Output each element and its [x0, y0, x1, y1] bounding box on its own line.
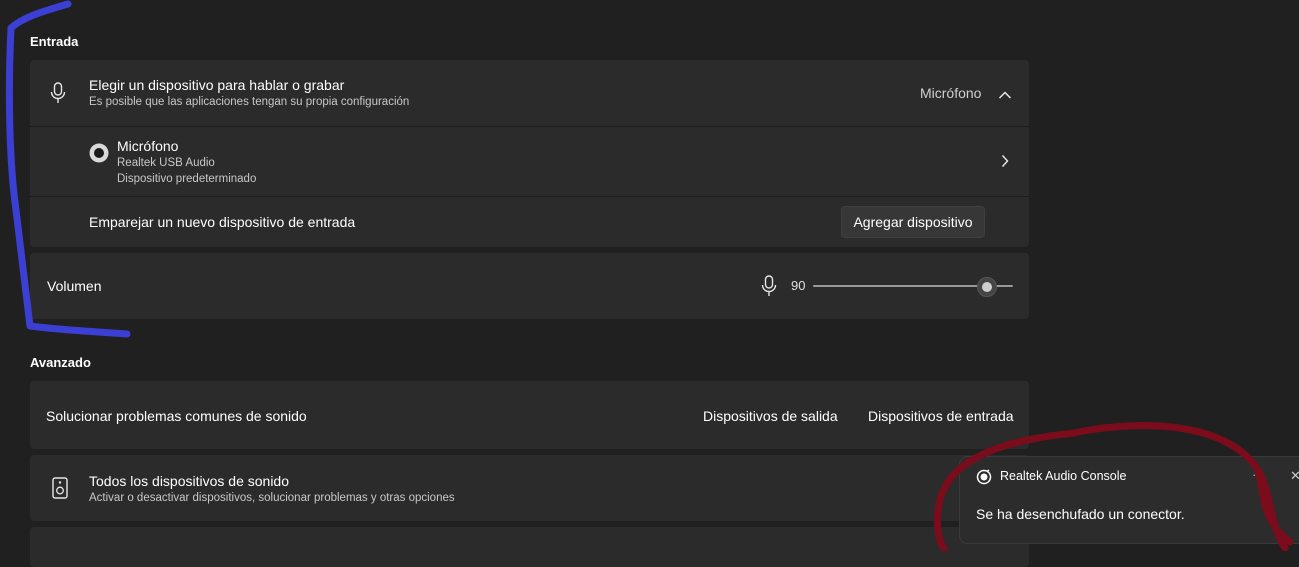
device-name: Micrófono	[117, 138, 179, 154]
toast-app-name: Realtek Audio Console	[1000, 469, 1127, 483]
speaker-icon	[52, 477, 68, 504]
device-item-microfono[interactable]: Micrófono Realtek USB Audio Dispositivo …	[30, 127, 1029, 196]
all-sound-devices-row[interactable]: Todos los dispositivos de sonido Activar…	[30, 455, 1029, 521]
toast-close-button[interactable]: ✕	[1290, 468, 1299, 484]
input-device-group: Elegir un dispositivo para hablar o grab…	[30, 60, 1029, 247]
section-title-avanzado: Avanzado	[30, 355, 91, 370]
volume-slider-thumb[interactable]	[977, 277, 997, 297]
selected-device-value: Micrófono	[920, 85, 982, 101]
next-settings-row[interactable]	[30, 527, 1029, 567]
device-chooser-title: Elegir un dispositivo para hablar o grab…	[89, 77, 345, 93]
volume-slider[interactable]	[813, 275, 1013, 297]
device-chooser-subtitle: Es posible que las aplicaciones tengan s…	[89, 96, 410, 108]
all-sound-devices-subtitle: Activar o desactivar dispositivos, soluc…	[89, 492, 455, 504]
next-settings-row-clipped	[89, 545, 209, 555]
pair-device-row: Emparejar un nuevo dispositivo de entrad…	[30, 197, 1029, 247]
device-status: Dispositivo predeterminado	[117, 173, 257, 185]
troubleshoot-card: Solucionar problemas comunes de sonido D…	[30, 381, 1029, 449]
add-device-button[interactable]: Agregar dispositivo	[841, 206, 985, 238]
input-devices-link[interactable]: Dispositivos de entrada	[868, 408, 1014, 424]
volume-card: Volumen 90	[30, 253, 1029, 319]
toast-message: Se ha desenchufado un conector.	[976, 506, 1185, 522]
device-detail: Realtek USB Audio	[117, 157, 215, 169]
pair-device-title: Emparejar un nuevo dispositivo de entrad…	[89, 214, 356, 230]
troubleshoot-title: Solucionar problemas comunes de sonido	[46, 408, 307, 424]
all-sound-devices-title: Todos los dispositivos de sonido	[89, 473, 290, 489]
volume-value: 90	[791, 278, 806, 293]
device-chooser-row[interactable]: Elegir un dispositivo para hablar o grab…	[30, 60, 1029, 126]
section-title-entrada: Entrada	[30, 34, 79, 49]
chevron-right-icon[interactable]	[1000, 154, 1010, 173]
microphone-icon	[50, 82, 66, 109]
realtek-app-icon	[976, 469, 992, 490]
toast-more-button[interactable]: ···	[1252, 467, 1265, 482]
notification-toast[interactable]: Realtek Audio Console ··· ✕ Se ha desenc…	[959, 456, 1299, 544]
microphone-icon[interactable]	[761, 275, 777, 302]
volume-label: Volumen	[47, 278, 102, 294]
output-devices-link[interactable]: Dispositivos de salida	[703, 408, 838, 424]
radio-selected-icon[interactable]	[88, 142, 110, 169]
chevron-up-icon[interactable]	[998, 87, 1012, 105]
